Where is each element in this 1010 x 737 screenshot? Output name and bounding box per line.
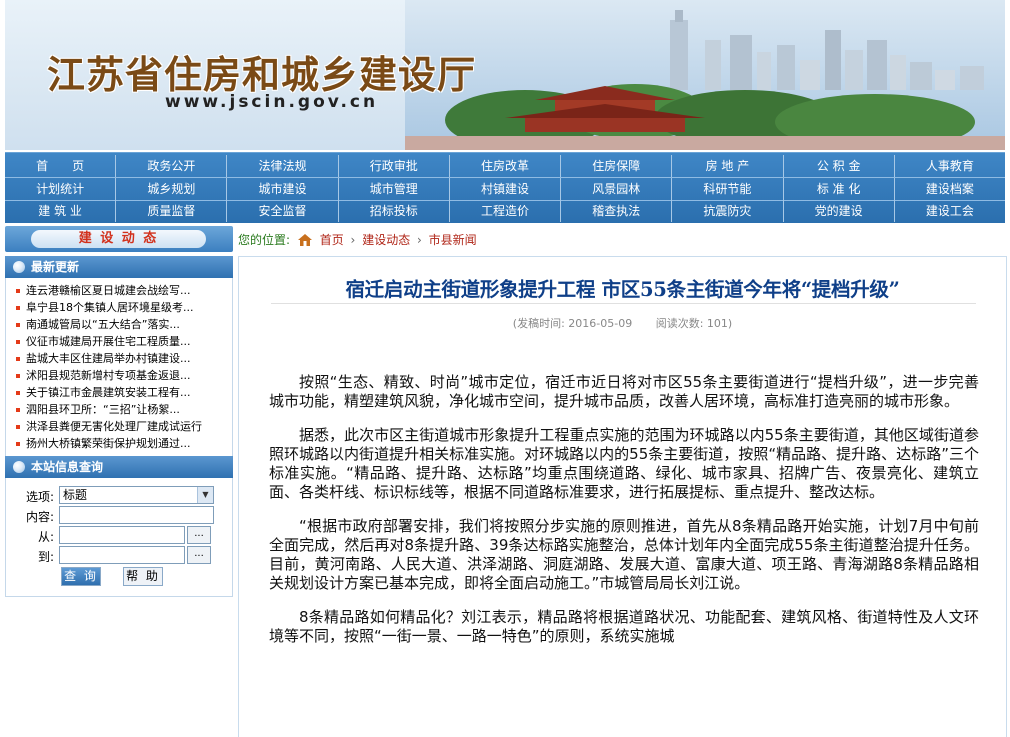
breadcrumb-separator: › xyxy=(350,233,356,247)
left-sidebar: 建 设 动 态 最新更新 连云港赣榆区夏日城建会战绘写... 阜宁县18个集镇人… xyxy=(5,226,233,737)
bullet-square-icon xyxy=(16,391,20,395)
nav-item[interactable]: 稽查执法 xyxy=(561,200,673,222)
bullet-square-icon xyxy=(16,289,20,293)
nav-item[interactable]: 安全监督 xyxy=(227,200,339,222)
category-banner: 建 设 动 态 xyxy=(5,226,233,252)
nav-row-3: 建 筑 业 质量监督 安全监督 招标投标 工程造价 稽查执法 抗震防灾 党的建设… xyxy=(5,200,1005,222)
option-select[interactable]: 标题 ▼ xyxy=(59,486,214,504)
breadcrumb: 您的位置: 首页 › 建设动态 › 市县新闻 xyxy=(238,229,1005,251)
nav-item[interactable]: 住房改革 xyxy=(450,155,562,177)
from-date-label: 从: xyxy=(37,530,54,544)
article-paragraph: “根据市政府部署安排，我们将按照分步实施的原则推进，首先从8条精品路开始实施，计… xyxy=(269,517,979,592)
bullet-square-icon xyxy=(16,374,20,378)
content-input[interactable] xyxy=(59,506,214,524)
bullet-square-icon xyxy=(16,442,20,446)
bullet-square-icon xyxy=(16,408,20,412)
home-icon xyxy=(297,234,312,246)
to-date-input[interactable] xyxy=(59,546,185,564)
site-title: 江苏省住房和城乡建设厅 xyxy=(47,52,477,97)
article-paragraph: 按照“生态、精致、时尚”城市定位，宿迁市近日将对市区55条主要街道进行“提档升级… xyxy=(269,373,979,410)
nav-item[interactable]: 党的建设 xyxy=(784,200,895,222)
nav-item[interactable]: 建设档案 xyxy=(895,178,1005,200)
bullet-square-icon xyxy=(16,340,20,344)
nav-item[interactable]: 房 地 产 xyxy=(672,155,784,177)
latest-updates-title: 最新更新 xyxy=(31,260,80,274)
nav-item[interactable]: 政务公开 xyxy=(116,155,228,177)
nav-item[interactable]: 人事教育 xyxy=(895,155,1005,177)
breadcrumb-prefix: 您的位置: xyxy=(238,233,291,247)
nav-item[interactable]: 城市建设 xyxy=(227,178,339,200)
nav-item[interactable]: 招标投标 xyxy=(339,200,450,222)
title-divider xyxy=(271,303,976,304)
option-label: 选项: xyxy=(25,490,54,504)
to-date-picker-button[interactable]: ... xyxy=(187,546,211,564)
nav-row-2: 计划统计 城乡规划 城市建设 城市管理 村镇建设 风景园林 科研节能 标 准 化… xyxy=(5,178,1005,200)
news-link[interactable]: 阜宁县18个集镇人居环境星级考... xyxy=(6,299,232,316)
nav-item[interactable]: 城市管理 xyxy=(339,178,450,200)
article-paragraph: 据悉，此次市区主街道城市形象提升工程重点实施的范围为环城路以内55条主要街道，其… xyxy=(269,426,979,501)
article-panel: 宿迁启动主街道形象提升工程 市区55条主街道今年将“提档升级” (发稿时间: 2… xyxy=(238,256,1007,737)
content-label: 内容: xyxy=(25,510,54,524)
news-link[interactable]: 关于镇江市金晨建筑安装工程有... xyxy=(6,384,232,401)
news-link[interactable]: 仪征市城建局开展住宅工程质量... xyxy=(6,333,232,350)
site-banner: 江苏省住房和城乡建设厅 www.jscin.gov.cn xyxy=(5,0,1005,150)
bullet-ball-icon xyxy=(13,261,25,273)
nav-item[interactable]: 风景园林 xyxy=(561,178,673,200)
nav-item[interactable]: 行政审批 xyxy=(339,155,450,177)
view-count: 阅读次数: 101) xyxy=(655,317,733,330)
bullet-square-icon xyxy=(16,306,20,310)
nav-item[interactable]: 首 页 xyxy=(5,155,117,177)
bullet-square-icon xyxy=(16,323,20,327)
site-search-header: 本站信息查询 xyxy=(5,456,233,478)
to-date-label: 到: xyxy=(37,550,54,564)
bullet-square-icon xyxy=(16,425,20,429)
site-search-title: 本站信息查询 xyxy=(31,460,104,474)
nav-item[interactable]: 抗震防灾 xyxy=(672,200,784,222)
news-link[interactable]: 盐城大丰区住建局举办村镇建设... xyxy=(6,350,232,367)
nav-item[interactable]: 计划统计 xyxy=(5,178,117,200)
nav-item[interactable]: 科研节能 xyxy=(672,178,784,200)
news-link[interactable]: 扬州大桥镇繁荣街保护规划通过... xyxy=(6,435,232,452)
nav-item[interactable]: 城乡规划 xyxy=(116,178,228,200)
nav-item[interactable]: 质量监督 xyxy=(116,200,228,222)
news-link[interactable]: 洪泽县粪便无害化处理厂建成试运行 xyxy=(6,418,232,435)
from-date-picker-button[interactable]: ... xyxy=(187,526,211,544)
option-select-value: 标题 xyxy=(63,488,88,502)
bullet-square-icon xyxy=(16,357,20,361)
news-link[interactable]: 南通城管局以“五大结合”落实... xyxy=(6,316,232,333)
latest-news-list: 连云港赣榆区夏日城建会战绘写... 阜宁县18个集镇人居环境星级考... 南通城… xyxy=(5,278,233,456)
news-link[interactable]: 沭阳县规范新增村专项基金返退... xyxy=(6,367,232,384)
from-date-input[interactable] xyxy=(59,526,185,544)
breadcrumb-separator: › xyxy=(417,233,422,247)
nav-item[interactable]: 住房保障 xyxy=(561,155,673,177)
nav-item[interactable]: 法律法规 xyxy=(227,155,339,177)
nav-row-1: 首 页 政务公开 法律法规 行政审批 住房改革 住房保障 房 地 产 公 积 金… xyxy=(5,155,1005,177)
chevron-down-icon: ▼ xyxy=(197,487,213,503)
site-url: www.jscin.gov.cn xyxy=(165,92,379,112)
site-search-form: 选项: 标题 ▼ 内容: 从: ... 到: ... 查 询 帮 助 xyxy=(5,478,233,597)
breadcrumb-home[interactable]: 首页 xyxy=(320,233,344,247)
nav-item[interactable]: 建设工会 xyxy=(895,200,1005,222)
nav-item[interactable]: 公 积 金 xyxy=(784,155,895,177)
article-body: 按照“生态、精致、时尚”城市定位，宿迁市近日将对市区55条主要街道进行“提档升级… xyxy=(269,373,979,661)
news-link[interactable]: 泗阳县环卫所：“三招”让杨絮... xyxy=(6,401,232,418)
nav-item[interactable]: 村镇建设 xyxy=(450,178,562,200)
query-button[interactable]: 查 询 xyxy=(61,567,101,586)
news-link[interactable]: 连云港赣榆区夏日城建会战绘写... xyxy=(6,282,232,299)
city-skyline-image xyxy=(405,0,1005,150)
publish-time: (发稿时间: 2016-05-09 xyxy=(512,317,633,330)
article-meta: (发稿时间: 2016-05-09 阅读次数: 101) xyxy=(239,315,1006,331)
main-nav: 首 页 政务公开 法律法规 行政审批 住房改革 住房保障 房 地 产 公 积 金… xyxy=(5,152,1005,223)
article-title: 宿迁启动主街道形象提升工程 市区55条主街道今年将“提档升级” xyxy=(345,278,900,301)
nav-item[interactable]: 标 准 化 xyxy=(784,178,895,200)
bullet-ball-icon xyxy=(13,461,25,473)
nav-item[interactable]: 建 筑 业 xyxy=(5,200,117,222)
article-paragraph: 8条精品路如何精品化？刘江表示，精品路将根据道路状况、功能配套、建筑风格、街道特… xyxy=(269,608,979,645)
help-button[interactable]: 帮 助 xyxy=(123,567,163,586)
category-label: 建 设 动 态 xyxy=(31,230,206,248)
nav-item[interactable]: 工程造价 xyxy=(450,200,562,222)
latest-updates-header: 最新更新 xyxy=(5,256,233,278)
breadcrumb-current[interactable]: 市县新闻 xyxy=(429,233,477,247)
breadcrumb-category[interactable]: 建设动态 xyxy=(362,233,410,247)
